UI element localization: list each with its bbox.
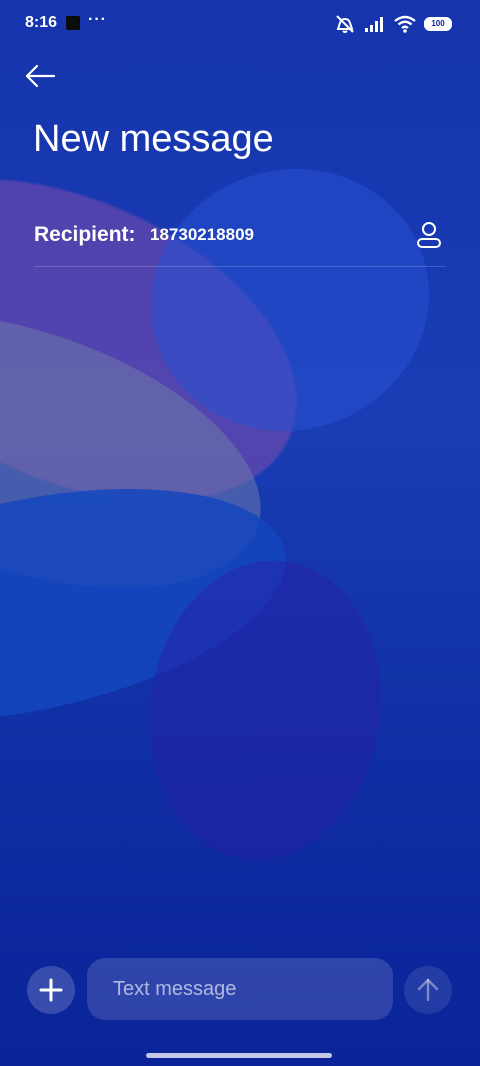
recipient-divider: [34, 266, 446, 267]
battery-icon: 100: [424, 17, 452, 31]
plus-icon: [39, 978, 63, 1002]
notification-square-icon: [66, 16, 80, 30]
signal-icon: [365, 17, 383, 32]
status-time: 8:16: [25, 14, 58, 31]
status-icons: 100: [334, 12, 452, 36]
status-bar: 8:16 ··· 100: [0, 0, 480, 48]
contact-picker-button[interactable]: [414, 220, 444, 250]
mute-icon: [336, 15, 354, 33]
text-message-placeholder: Text message: [113, 978, 237, 1000]
text-message-input[interactable]: Text message: [87, 958, 393, 1020]
more-notifications-icon: ···: [88, 11, 107, 28]
page-title: New message: [33, 118, 274, 160]
recipient-input[interactable]: 18730218809: [150, 225, 400, 245]
wifi-icon: [394, 15, 416, 33]
arrow-left-icon: [25, 64, 56, 88]
back-button[interactable]: [24, 60, 58, 92]
person-icon: [417, 222, 441, 248]
home-indicator[interactable]: [146, 1053, 332, 1058]
arrow-up-icon: [417, 978, 439, 1002]
recipient-label: Recipient:: [34, 223, 136, 246]
add-attachment-button[interactable]: [27, 966, 75, 1014]
send-button[interactable]: [404, 966, 452, 1014]
recipient-row: Recipient: 18730218809: [34, 214, 446, 266]
